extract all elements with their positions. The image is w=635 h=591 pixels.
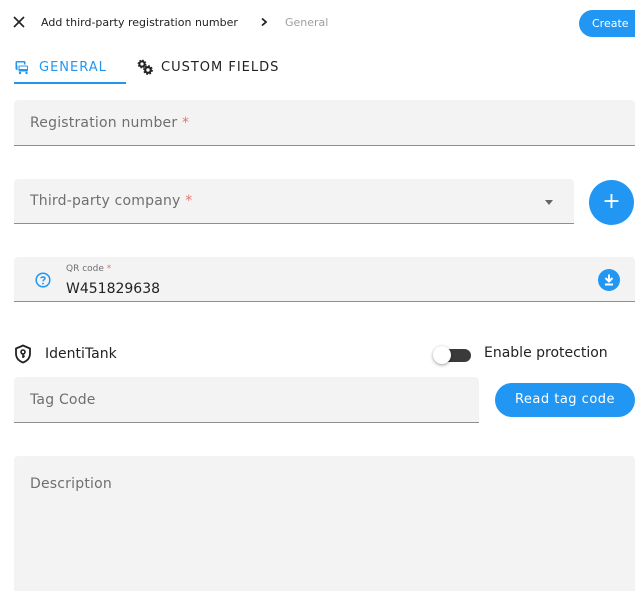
close-icon — [13, 16, 25, 28]
close-button[interactable] — [11, 14, 27, 30]
read-tag-code-button[interactable]: Read tag code — [495, 383, 635, 417]
breadcrumb-current: General — [285, 16, 329, 29]
third-party-company-select[interactable]: Third-party company * — [14, 179, 574, 224]
tab-custom-fields[interactable]: CUSTOM FIELDS — [137, 50, 297, 84]
breadcrumb-title: Add third-party registration number — [41, 16, 238, 29]
required-marker: * — [106, 264, 112, 274]
required-marker: * — [185, 193, 193, 209]
dropdown-arrow-icon — [545, 200, 553, 205]
qr-code-value: W451829638 — [66, 281, 161, 297]
qr-code-label: QR code * — [66, 264, 112, 274]
third-party-company-label: Third-party company * — [30, 193, 193, 209]
dialog-header: Add third-party registration number Gene… — [0, 0, 635, 46]
question-circle-icon[interactable] — [35, 272, 51, 288]
registration-number-field[interactable]: Registration number * — [14, 100, 635, 146]
car-icon — [15, 61, 29, 75]
toggle-thumb — [433, 346, 451, 364]
tab-custom-fields-label: CUSTOM FIELDS — [161, 59, 280, 75]
description-label: Description — [30, 476, 112, 492]
gears-icon — [137, 59, 153, 75]
description-field[interactable]: Description — [14, 456, 635, 591]
identitank-section: IdentiTank — [14, 343, 117, 365]
create-button[interactable]: Create — [579, 10, 635, 37]
enable-protection-toggle[interactable] — [433, 346, 471, 364]
plus-icon: + — [602, 189, 621, 214]
download-icon[interactable] — [598, 269, 620, 291]
active-tab-indicator — [14, 82, 126, 84]
tag-code-label: Tag Code — [30, 392, 96, 408]
chevron-right-icon — [261, 17, 268, 27]
registration-number-label: Registration number * — [30, 115, 190, 131]
tag-code-field[interactable]: Tag Code — [14, 377, 479, 423]
shield-key-icon — [15, 344, 31, 364]
enable-protection-label: Enable protection — [484, 345, 608, 361]
qr-code-field[interactable]: QR code * W451829638 — [14, 257, 635, 302]
required-marker: * — [181, 115, 190, 131]
identitank-label: IdentiTank — [45, 346, 117, 362]
add-company-button[interactable]: + — [589, 180, 634, 225]
tab-general[interactable]: GENERAL — [14, 50, 126, 84]
tab-general-label: GENERAL — [39, 59, 107, 75]
tab-bar: GENERAL CUSTOM FIELDS — [0, 50, 635, 86]
